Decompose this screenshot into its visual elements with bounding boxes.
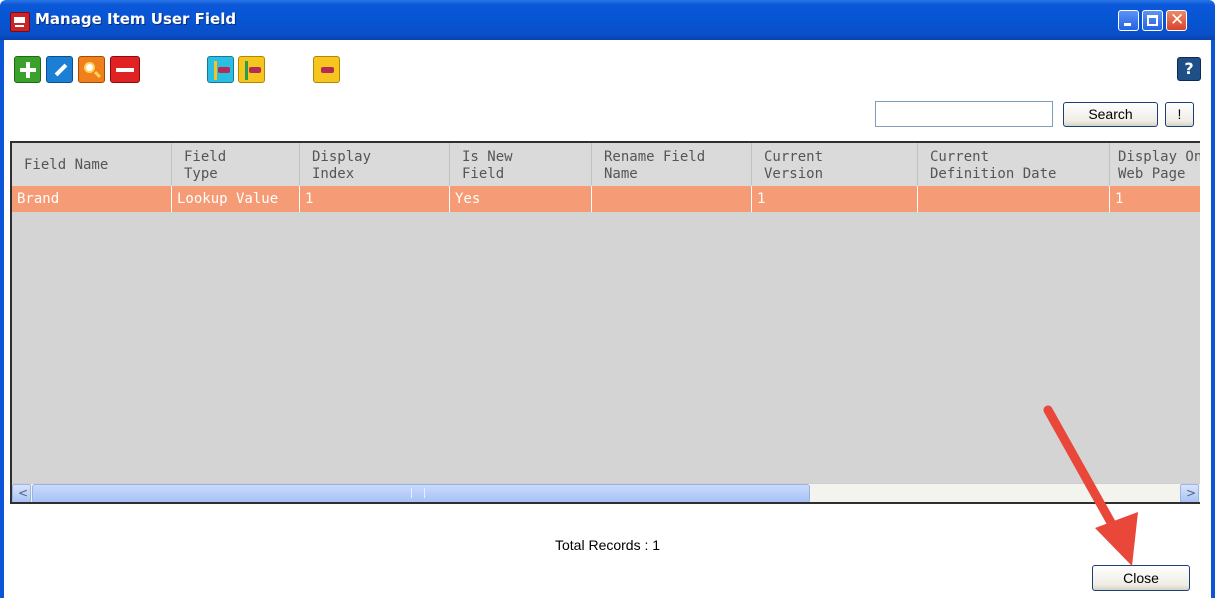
cell-current-version: 1 [752, 186, 918, 212]
chevron-right-icon: > [1186, 486, 1197, 500]
move-left-bar [218, 67, 230, 73]
header-current-version[interactable]: Current Version [752, 143, 918, 186]
header-field-type[interactable]: Field Type [172, 143, 300, 186]
minimize-icon [1124, 23, 1131, 26]
title-bar[interactable]: Manage Item User Field ✕ [0, 0, 1215, 40]
grip-icon [411, 488, 425, 498]
cell-display-index: 1 [300, 186, 450, 212]
cell-field-type: Lookup Value [172, 186, 300, 212]
annotation-arrow [1043, 405, 1138, 566]
manage-item-user-field-window: Manage Item User Field ✕ ? Search ! Fiel… [0, 0, 1215, 598]
header-current-definition-date[interactable]: Current Definition Date [918, 143, 1110, 186]
move-left-icon [214, 61, 217, 80]
move-icon [321, 67, 334, 73]
arrow-shaft [1043, 405, 1123, 540]
scroll-left-button[interactable]: < [12, 484, 31, 502]
minimize-button[interactable] [1118, 10, 1139, 31]
move-right-button[interactable] [238, 56, 265, 83]
maximize-button[interactable] [1142, 10, 1163, 31]
search-input[interactable] [875, 101, 1053, 127]
grid-header: Field Name Field Type Display Index Is New… [12, 143, 1200, 187]
header-display-index[interactable]: Display Index [300, 143, 450, 186]
table-row[interactable]: Brand Lookup Value 1 Yes 1 1 [12, 186, 1200, 212]
window-close-button[interactable]: ✕ [1166, 10, 1187, 31]
header-is-new-field[interactable]: Is New Field [450, 143, 592, 186]
maximize-icon [1147, 15, 1158, 26]
window-title: Manage Item User Field [35, 10, 237, 28]
scrollbar-thumb[interactable] [32, 484, 810, 502]
cell-display-on-web-page: 1 [1110, 186, 1200, 212]
add-button[interactable] [14, 56, 41, 83]
cell-rename-field-name [592, 186, 752, 212]
total-records-label: Total Records : 1 [555, 537, 661, 553]
move-button[interactable] [313, 56, 340, 83]
find-button[interactable] [78, 56, 105, 83]
close-icon: ✕ [1170, 10, 1185, 30]
cell-field-name: Brand [12, 186, 172, 212]
scroll-right-button[interactable]: > [1180, 484, 1199, 502]
move-right-bar [249, 67, 261, 73]
help-button[interactable]: ? [1177, 57, 1201, 81]
cell-current-definition-date [918, 186, 1110, 212]
arrow-head [1095, 512, 1138, 566]
window-frame-left [0, 40, 4, 598]
cell-is-new-field: Yes [450, 186, 592, 212]
advanced-search-button[interactable]: ! [1165, 102, 1194, 127]
search-button[interactable]: Search [1063, 102, 1158, 127]
header-field-name[interactable]: Field Name [12, 143, 172, 186]
shopping-cart-icon [10, 12, 30, 32]
window-frame-right [1211, 40, 1215, 598]
chevron-left-icon: < [18, 486, 29, 500]
header-display-on-web-page[interactable]: Display On Web Page [1110, 143, 1200, 186]
move-right-icon [245, 61, 248, 80]
header-rename-field-name[interactable]: Rename Field Name [592, 143, 752, 186]
delete-button[interactable] [110, 56, 140, 83]
move-left-button[interactable] [207, 56, 234, 83]
edit-button[interactable] [46, 56, 73, 83]
